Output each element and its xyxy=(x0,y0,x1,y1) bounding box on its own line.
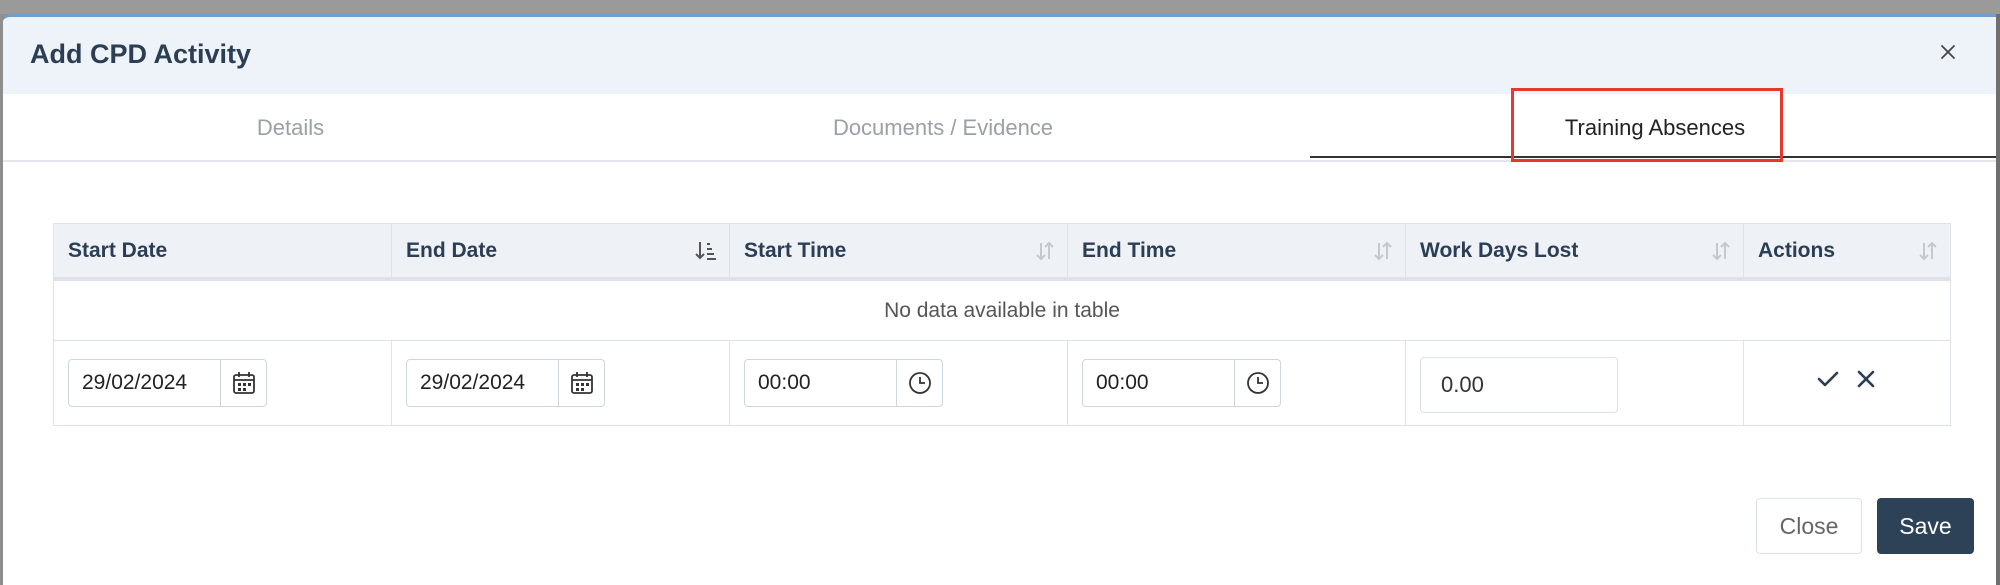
end-time-picker[interactable]: 00:00 xyxy=(1082,359,1281,407)
modal-title: Add CPD Activity xyxy=(30,39,252,69)
start-date-calendar-button[interactable] xyxy=(221,360,266,406)
backdrop-edge xyxy=(1996,14,2000,585)
table-header: Start Date End Date Start Time End Time xyxy=(54,224,1950,281)
row-actions xyxy=(1744,367,1950,396)
column-header-start-date[interactable]: Start Date xyxy=(54,224,392,277)
backdrop xyxy=(0,0,2000,14)
close-button[interactable]: Close xyxy=(1756,498,1862,554)
cell-start-time: 00:00 xyxy=(730,341,1068,425)
close-icon xyxy=(1941,45,1955,59)
column-header-work-days-lost[interactable]: Work Days Lost xyxy=(1406,224,1744,277)
column-label: Start Time xyxy=(744,238,847,262)
calendar-icon xyxy=(570,372,593,394)
tab-training-absences[interactable]: Training Absences xyxy=(1310,94,2000,162)
x-icon xyxy=(1857,370,1875,388)
tab-bar: Details Documents / Evidence Training Ab… xyxy=(3,94,2000,162)
column-header-end-time[interactable]: End Time xyxy=(1068,224,1406,277)
save-button[interactable]: Save xyxy=(1877,498,1974,554)
empty-table-row: No data available in table xyxy=(54,281,1950,341)
sort-icon xyxy=(1374,241,1392,261)
training-absences-table: Start Date End Date Start Time End Time xyxy=(53,223,1951,426)
end-time-input[interactable]: 00:00 xyxy=(1083,360,1235,406)
column-header-actions[interactable]: Actions xyxy=(1744,224,1950,277)
end-date-calendar-button[interactable] xyxy=(559,360,604,406)
column-header-end-date[interactable]: End Date xyxy=(392,224,730,277)
start-time-clock-button[interactable] xyxy=(897,360,942,406)
sort-icon xyxy=(1919,241,1937,261)
column-label: Work Days Lost xyxy=(1420,238,1579,262)
end-time-clock-button[interactable] xyxy=(1235,360,1280,406)
calendar-icon xyxy=(232,372,255,394)
column-label: End Date xyxy=(406,238,498,262)
sort-icon xyxy=(1036,241,1054,261)
cell-work-days-lost: 0.00 xyxy=(1406,341,1744,425)
cell-end-date: 29/02/2024 xyxy=(392,341,730,425)
start-date-input[interactable]: 29/02/2024 xyxy=(69,360,221,406)
start-time-input[interactable]: 00:00 xyxy=(745,360,897,406)
tab-details[interactable]: Details xyxy=(3,94,578,162)
cell-end-time: 00:00 xyxy=(1068,341,1406,425)
empty-message: No data available in table xyxy=(884,298,1120,322)
add-cpd-activity-modal: Add CPD Activity Details Documents / Evi… xyxy=(3,14,2000,585)
work-days-lost-input[interactable]: 0.00 xyxy=(1420,357,1618,413)
sort-desc-icon xyxy=(695,242,716,260)
tab-documents-evidence[interactable]: Documents / Evidence xyxy=(578,94,1308,162)
confirm-row-button[interactable] xyxy=(1816,367,1840,396)
column-header-start-time[interactable]: Start Time xyxy=(730,224,1068,277)
modal-header: Add CPD Activity xyxy=(3,17,2000,94)
start-time-picker[interactable]: 00:00 xyxy=(744,359,943,407)
clock-icon xyxy=(1246,372,1269,394)
table-row-editor: 29/02/2024 29/02/2024 00:00 00:00 0.00 xyxy=(54,341,1950,425)
start-date-picker[interactable]: 29/02/2024 xyxy=(68,359,267,407)
column-label: Actions xyxy=(1758,238,1836,262)
column-label: Start Date xyxy=(68,238,168,262)
cancel-row-button[interactable] xyxy=(1854,367,1878,396)
check-icon xyxy=(1817,371,1839,387)
sort-icon xyxy=(1712,241,1730,261)
end-date-input[interactable]: 29/02/2024 xyxy=(407,360,559,406)
cell-actions xyxy=(1744,341,1950,425)
column-label: End Time xyxy=(1082,238,1177,262)
end-date-picker[interactable]: 29/02/2024 xyxy=(406,359,605,407)
active-tab-underline xyxy=(1310,156,2000,158)
modal-close-button[interactable] xyxy=(1933,37,1963,67)
cell-start-date: 29/02/2024 xyxy=(54,341,392,425)
clock-icon xyxy=(908,372,931,394)
